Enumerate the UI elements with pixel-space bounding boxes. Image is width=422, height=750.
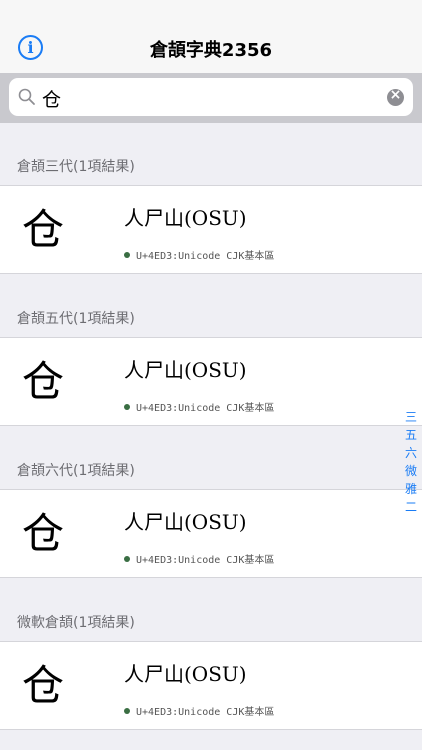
result-row[interactable]: 仓 人尸山(OSU) U+4ED3:Unicode CJK基本區: [0, 337, 422, 426]
page-title: 倉頡字典2356: [149, 40, 273, 61]
index-item[interactable]: 雅: [402, 480, 420, 498]
section-header: 微軟倉頡(1項結果): [17, 615, 135, 631]
section-header: 倉頡六代(1項結果): [17, 463, 135, 479]
status-dot: [124, 708, 130, 714]
character-glyph: 仓: [22, 509, 65, 558]
unicode-info: U+4ED3:Unicode CJK基本區: [124, 399, 274, 414]
result-row[interactable]: 仓 人尸山(OSU) U+4ED3:Unicode CJK基本區: [0, 489, 422, 578]
unicode-info: U+4ED3:Unicode CJK基本區: [124, 551, 274, 566]
search-input[interactable]: 仓 ×: [9, 78, 413, 116]
cangjie-code: 人尸山(OSU): [124, 358, 247, 382]
index-item[interactable]: 三: [402, 408, 420, 426]
cangjie-code: 人尸山(OSU): [124, 510, 247, 534]
character-glyph: 仓: [22, 661, 65, 710]
navigation-bar: i 倉頡字典2356: [0, 0, 422, 73]
index-item[interactable]: 二: [402, 498, 420, 516]
unicode-info: U+4ED3:Unicode CJK基本區: [124, 703, 274, 718]
cangjie-code: 人尸山(OSU): [124, 662, 247, 686]
index-item[interactable]: 五: [402, 426, 420, 444]
character-glyph: 仓: [22, 205, 65, 254]
clear-icon[interactable]: ×: [387, 87, 404, 106]
status-dot: [124, 556, 130, 562]
index-item[interactable]: 微: [402, 462, 420, 480]
section-header: 倉頡三代(1項結果): [17, 159, 135, 175]
cangjie-code: 人尸山(OSU): [124, 206, 247, 230]
index-item[interactable]: 六: [402, 444, 420, 462]
search-value: 仓: [42, 89, 62, 111]
unicode-info: U+4ED3:Unicode CJK基本區: [124, 247, 274, 262]
section-index: 三 五 六 微 雅 二: [402, 408, 420, 516]
status-dot: [124, 252, 130, 258]
result-row[interactable]: 仓 人尸山(OSU) U+4ED3:Unicode CJK基本區: [0, 185, 422, 274]
search-icon: [18, 88, 35, 105]
search-bar: 仓 ×: [0, 73, 422, 123]
status-dot: [124, 404, 130, 410]
character-glyph: 仓: [22, 357, 65, 406]
section-header: 倉頡五代(1項結果): [17, 311, 135, 327]
result-row[interactable]: 仓 人尸山(OSU) U+4ED3:Unicode CJK基本區: [0, 641, 422, 730]
